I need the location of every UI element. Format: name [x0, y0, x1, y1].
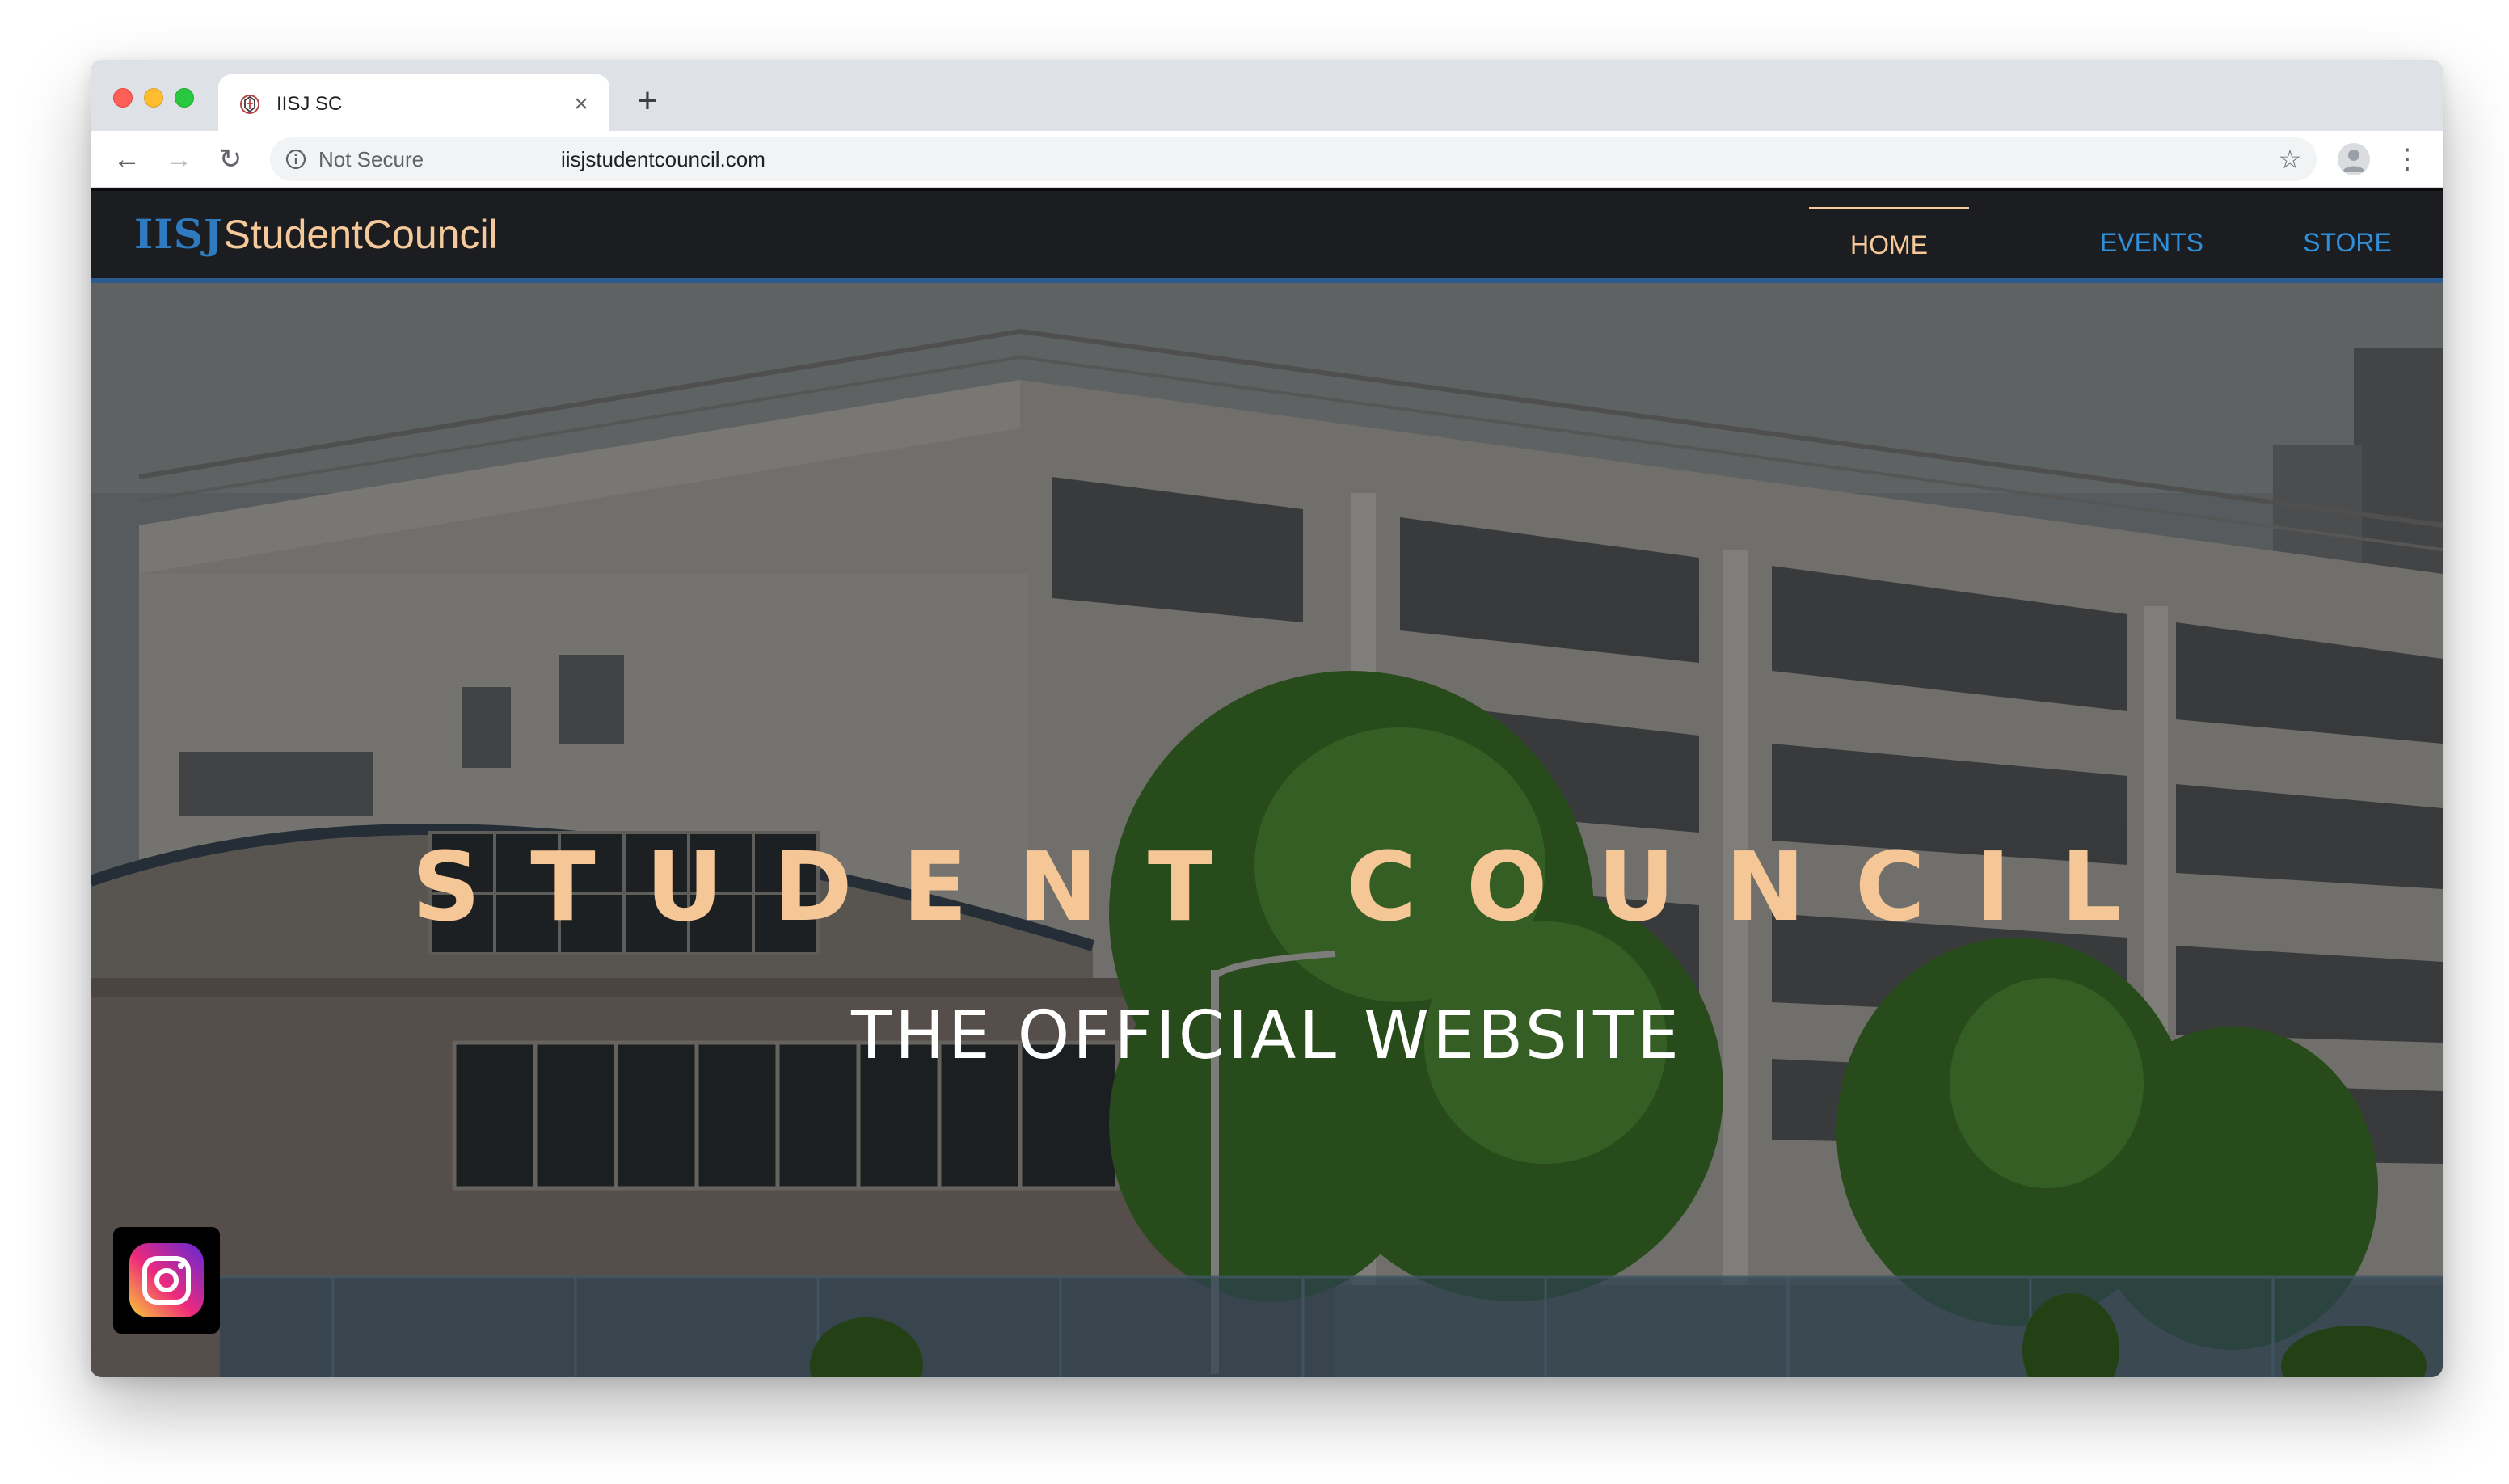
instagram-icon	[129, 1243, 204, 1317]
close-window-button[interactable]	[113, 88, 133, 108]
brand-name: StudentCouncil	[223, 212, 498, 257]
nav-link-events[interactable]: EVENTS	[2063, 207, 2241, 278]
hero-section	[91, 283, 2443, 1377]
tab-title: IISJ SC	[276, 93, 343, 115]
tab-strip: IISJ SC × +	[91, 60, 2443, 133]
zoom-window-button[interactable]	[175, 88, 194, 108]
nav-link-store[interactable]: STORE	[2291, 207, 2404, 278]
brand-prefix: IISJ	[134, 210, 224, 258]
instagram-icon-lens	[154, 1268, 179, 1292]
minimize-window-button[interactable]	[144, 88, 163, 108]
nav-link-home[interactable]: HOME	[1809, 207, 1969, 278]
info-icon[interactable]	[285, 148, 307, 171]
address-bar[interactable]: Not Secure iisjstudentcouncil.com ☆	[270, 137, 2317, 181]
browser-toolbar: ← → ↻ Not Secure iisjstudentcouncil.com …	[91, 131, 2443, 188]
hero-subtitle: THE OFFICIAL WEBSITE	[851, 997, 1682, 1074]
security-status-label[interactable]: Not Secure	[318, 147, 424, 171]
tab-close-icon[interactable]: ×	[567, 91, 595, 118]
reload-icon[interactable]: ↻	[212, 141, 249, 178]
new-tab-button[interactable]: +	[627, 81, 668, 121]
hero-dark-overlay	[91, 283, 2443, 1377]
hero-title: STUDENT COUNCIL	[411, 831, 2172, 942]
forward-arrow-icon[interactable]: →	[160, 141, 197, 178]
back-arrow-icon[interactable]: ←	[108, 141, 145, 178]
profile-avatar-icon[interactable]	[2338, 143, 2370, 175]
bookmark-star-icon[interactable]: ☆	[2276, 145, 2304, 173]
site-navbar: IISJStudentCouncil HOME EVENTS STORE	[91, 188, 2443, 283]
browser-window: IISJ SC × + ← → ↻ Not Secure iisjstudent…	[91, 60, 2443, 1377]
site-logo[interactable]: IISJStudentCouncil	[134, 210, 498, 259]
browser-menu-icon[interactable]: ⋮	[2391, 141, 2423, 178]
page-viewport: IISJStudentCouncil HOME EVENTS STORE STU…	[91, 188, 2443, 1377]
school-crest-icon	[240, 95, 259, 114]
url-text[interactable]: iisjstudentcouncil.com	[561, 147, 765, 171]
instagram-button[interactable]	[113, 1227, 220, 1334]
browser-tab-active[interactable]: IISJ SC ×	[218, 74, 609, 133]
instagram-icon-dot	[178, 1263, 184, 1269]
